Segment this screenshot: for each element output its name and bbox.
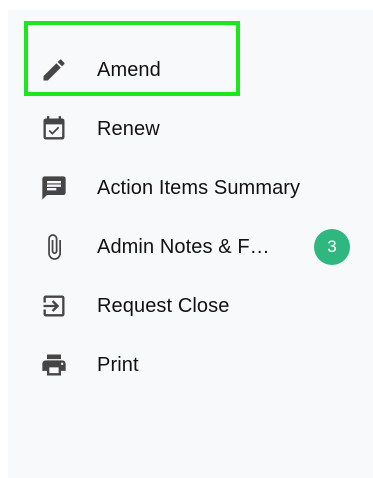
menu-item-admin-notes[interactable]: Admin Notes & F… 3 [8,218,373,276]
menu-item-action-items-summary[interactable]: Action Items Summary [8,159,373,217]
menu-item-label: Action Items Summary [97,176,301,199]
comment-icon [38,172,70,204]
exit-icon [38,290,70,322]
menu-item-label: Amend [97,58,161,81]
menu-item-label: Admin Notes & F… [97,235,270,258]
action-menu-panel: Amend Renew Action Items Summary Admin N… [8,10,373,478]
menu-item-renew[interactable]: Renew [8,100,373,158]
menu-item-label: Print [97,353,139,376]
menu-item-amend[interactable]: Amend [8,41,373,99]
calendar-check-icon [38,113,70,145]
count-badge: 3 [314,229,350,265]
paperclip-icon [38,231,70,263]
menu-item-request-close[interactable]: Request Close [8,277,373,335]
menu-item-label: Request Close [97,294,230,317]
pencil-icon [38,54,70,86]
menu-item-print[interactable]: Print [8,336,373,394]
printer-icon [38,349,70,381]
menu-item-label: Renew [97,117,160,140]
